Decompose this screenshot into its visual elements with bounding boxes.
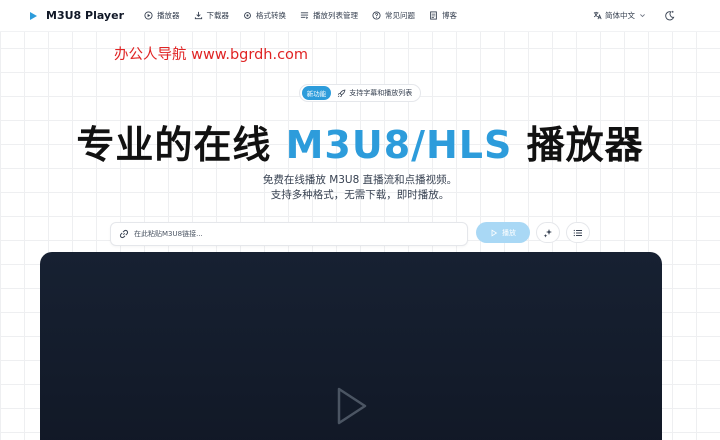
- nav-item-downloader[interactable]: 下载器: [194, 10, 230, 21]
- rocket-icon: [338, 89, 346, 97]
- nav-item-label: 博客: [442, 11, 457, 20]
- hero-title: 专业的在线 M3U8/HLS 播放器: [0, 114, 720, 169]
- brand[interactable]: M3U8 Player: [28, 9, 124, 22]
- download-icon: [194, 11, 202, 20]
- nav-item-playlist[interactable]: 播放列表管理: [300, 10, 358, 21]
- list-icon: [573, 229, 582, 236]
- chevron-down-icon: [640, 14, 645, 18]
- play-circle-icon: [144, 11, 153, 20]
- nav-item-converter[interactable]: 格式转换: [243, 10, 286, 21]
- document-icon: [430, 11, 437, 20]
- hero-subtitle-line1: 免费在线播放 M3U8 直播流和点播视频。: [262, 174, 458, 186]
- play-button-label: 播放: [502, 228, 516, 237]
- language-label: 简体中文: [605, 11, 635, 20]
- top-navbar: M3U8 Player 播放器 下载器 格式转换 播放列表管理 常见问题 博客: [0, 0, 720, 32]
- link-icon: [119, 229, 129, 239]
- play-icon: [491, 228, 498, 237]
- nav-item-faq[interactable]: 常见问题: [372, 10, 415, 21]
- main-nav: 播放器 下载器 格式转换 播放列表管理 常见问题 博客: [144, 10, 471, 21]
- hero-title-part2: 播放器: [512, 123, 644, 167]
- nav-item-label: 播放列表管理: [313, 11, 358, 20]
- nav-item-label: 格式转换: [256, 11, 286, 20]
- play-button[interactable]: 播放: [476, 222, 530, 243]
- hero-title-part1: 专业的在线: [76, 123, 286, 167]
- feature-badge-text: 支持字幕和播放列表: [349, 89, 413, 97]
- nav-item-label: 下载器: [206, 11, 230, 20]
- playlist-icon: [300, 12, 309, 20]
- nav-item-blog[interactable]: 博客: [429, 10, 457, 21]
- feature-badge[interactable]: 新功能 支持字幕和播放列表: [298, 84, 422, 102]
- nav-item-label: 常见问题: [385, 11, 415, 20]
- sparkle-icon: [543, 228, 552, 237]
- m3u8-url-input[interactable]: [134, 230, 454, 238]
- sparkle-button[interactable]: [536, 222, 560, 243]
- theme-toggle-button[interactable]: [662, 9, 676, 23]
- hero-subtitle-line2: 支持多种格式，无需下载，即时播放。: [270, 189, 450, 201]
- video-player[interactable]: [40, 252, 662, 440]
- help-circle-icon: [372, 11, 381, 20]
- language-selector[interactable]: 简体中文: [593, 10, 646, 21]
- feature-badge-row: 新功能 支持字幕和播放列表: [0, 84, 720, 102]
- watermark-text: 办公人导航 www.bgrdh.com: [114, 47, 309, 63]
- url-input-box: [110, 222, 468, 246]
- nav-item-player[interactable]: 播放器: [144, 10, 180, 21]
- brand-name: M3U8 Player: [46, 9, 124, 22]
- header-tools: 简体中文: [593, 9, 676, 23]
- new-feature-tag: 新功能: [301, 86, 332, 100]
- player-play-icon[interactable]: [336, 386, 368, 426]
- translate-icon: [593, 11, 602, 20]
- nav-item-label: 播放器: [157, 11, 180, 20]
- logo-play-icon: [30, 11, 37, 20]
- playlist-menu-button[interactable]: [566, 222, 590, 243]
- hero-title-highlight: M3U8/HLS: [285, 123, 513, 167]
- gear-icon: [244, 12, 251, 19]
- moon-sparkle-icon: [664, 10, 674, 21]
